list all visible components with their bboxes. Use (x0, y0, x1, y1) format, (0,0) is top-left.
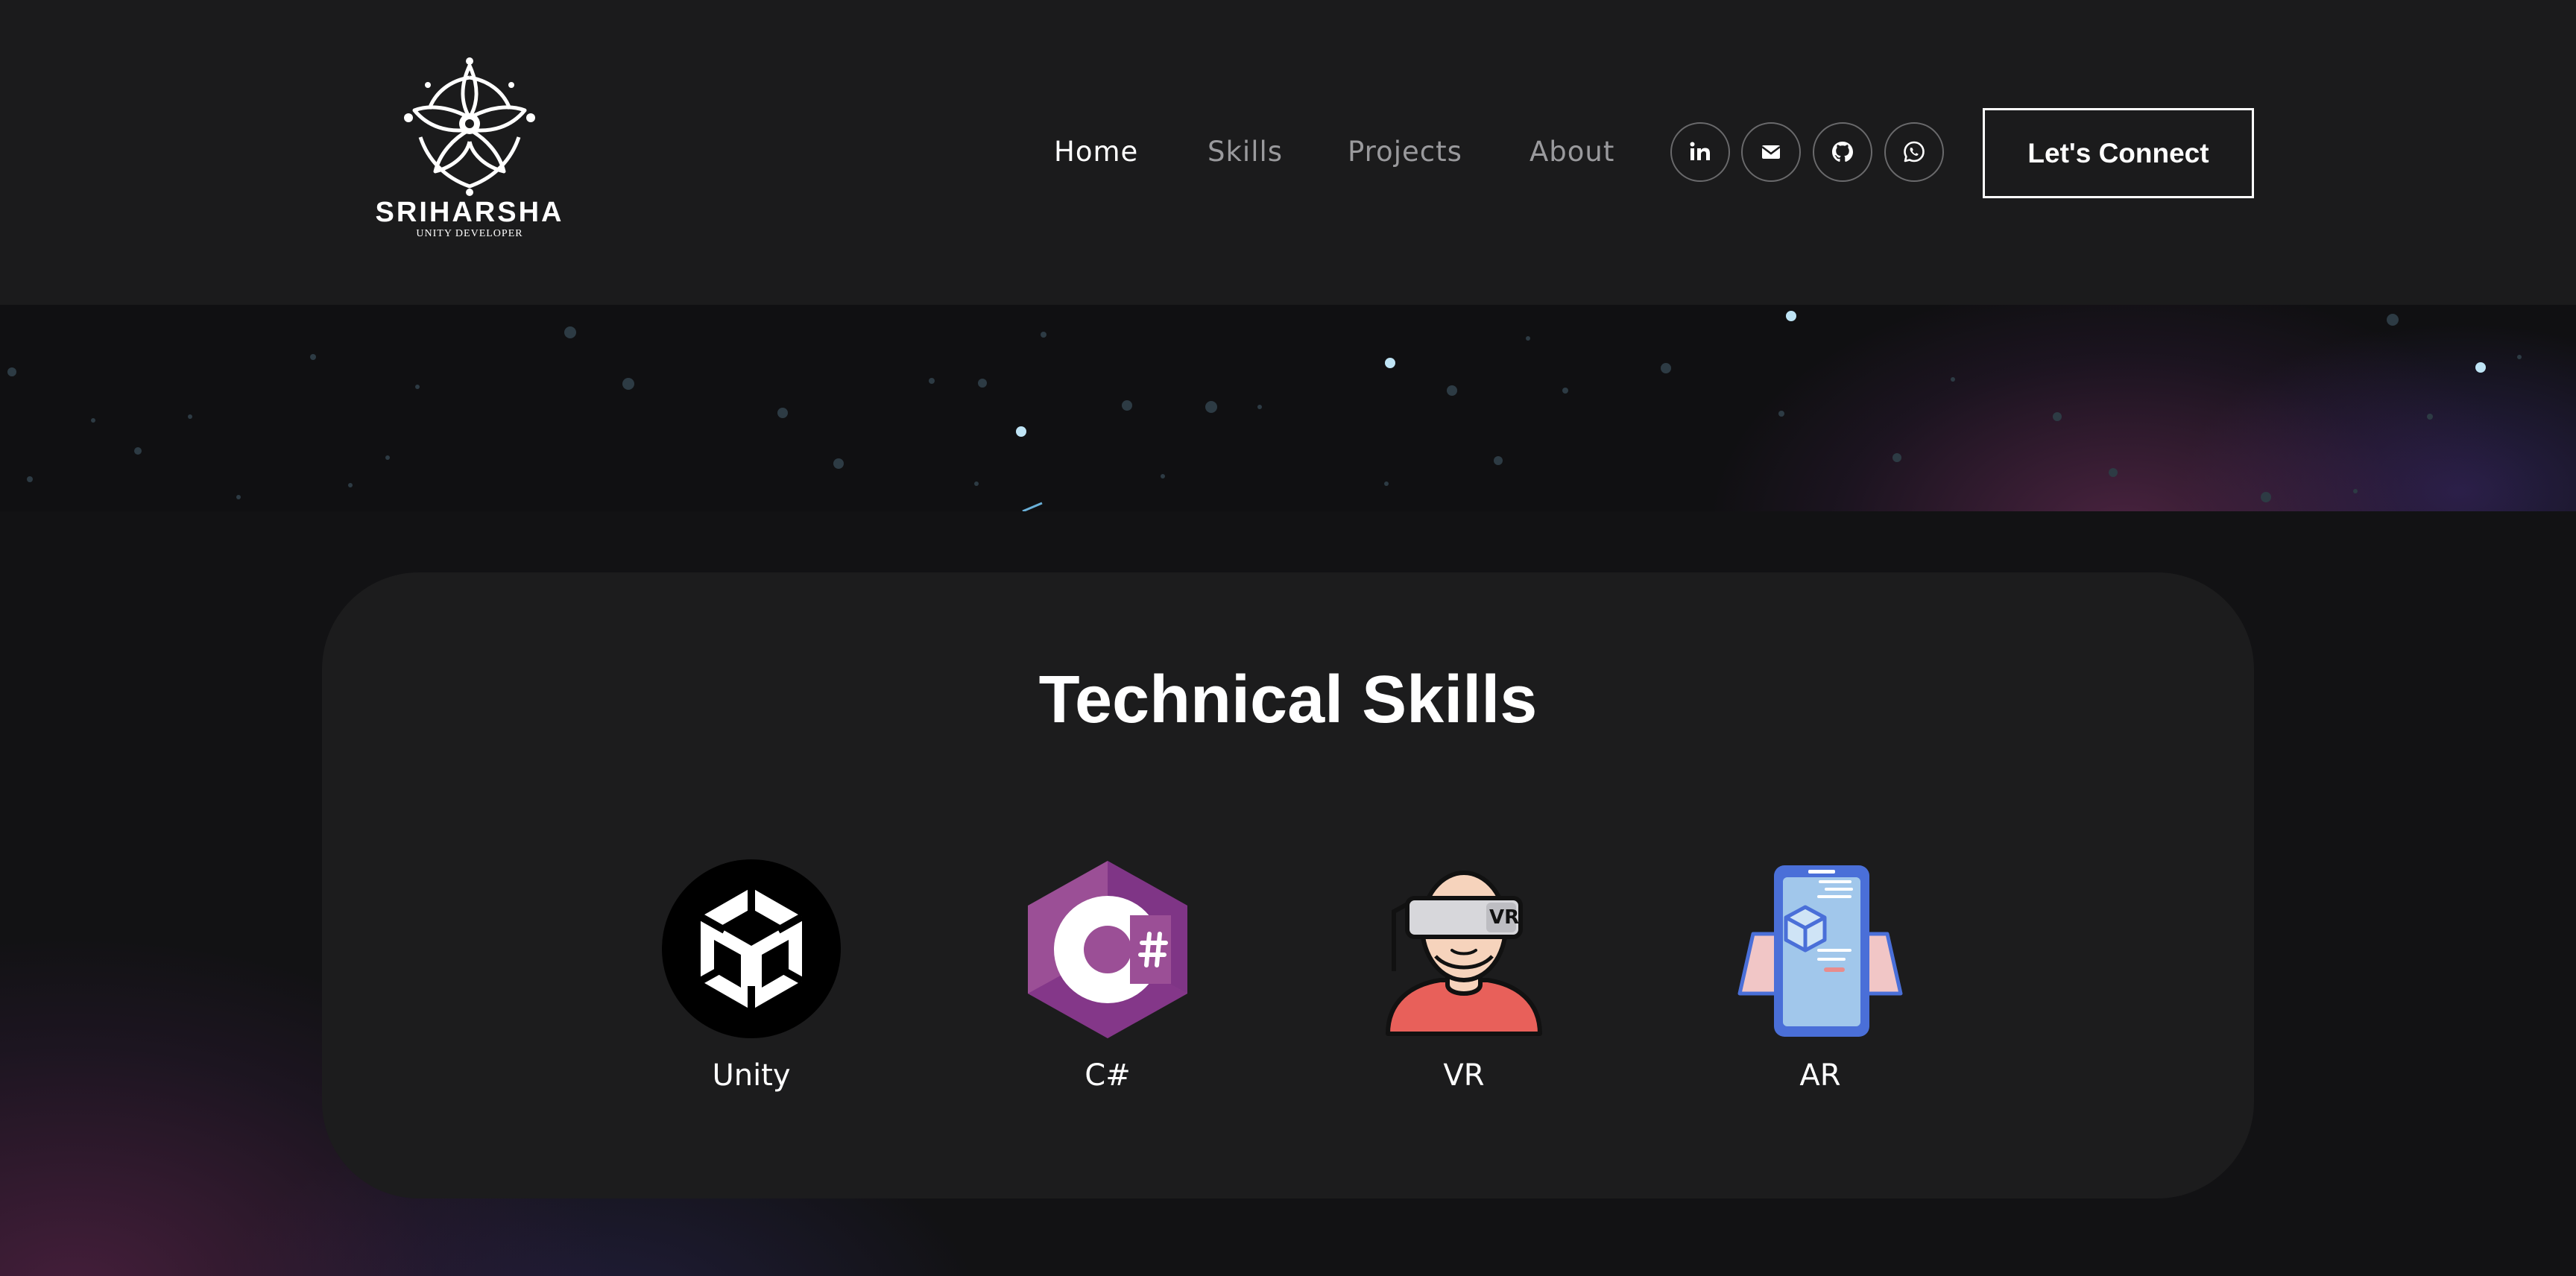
hero-starfield (0, 305, 2576, 511)
skill-label-vr: VR (1443, 1058, 1485, 1093)
nav-link-projects[interactable]: Projects (1348, 136, 1462, 168)
ar-phone-icon (1737, 865, 1903, 1037)
lets-connect-button[interactable]: Let's Connect (1983, 108, 2254, 198)
navbar: SRIHARSHA UNITY DEVELOPER Home Skills Pr… (0, 0, 2576, 305)
skill-label-csharp: C# (1085, 1058, 1131, 1093)
brand-tagline: UNITY DEVELOPER (416, 228, 523, 239)
skill-label-unity: Unity (712, 1058, 791, 1093)
github-button[interactable] (1813, 122, 1872, 182)
skill-item-csharp: C# (1011, 859, 1205, 1113)
skill-item-vr: VR VR (1367, 859, 1561, 1113)
starfield-graphic (7, 311, 2522, 511)
skill-label-ar: AR (1799, 1058, 1841, 1093)
linkedin-icon (1690, 142, 1710, 160)
nav-link-about[interactable]: About (1530, 136, 1614, 168)
vr-headset-icon: VR (1386, 871, 1542, 1036)
whatsapp-icon (1904, 141, 1925, 162)
github-icon (1832, 142, 1853, 162)
technical-skills-card: Technical Skills Unity C# VR VR AR (322, 572, 2254, 1198)
email-button[interactable] (1741, 122, 1801, 182)
skills-title: Technical Skills (1038, 663, 1538, 737)
whatsapp-button[interactable] (1884, 122, 1944, 182)
email-icon (1761, 145, 1781, 159)
brand-name: SRIHARSHA (375, 197, 564, 228)
nav-link-home[interactable]: Home (1054, 136, 1138, 168)
skill-item-unity: Unity (654, 859, 848, 1113)
mandala-logo-icon (404, 57, 535, 196)
brand-logo[interactable]: SRIHARSHA UNITY DEVELOPER (373, 55, 566, 243)
nav-link-skills[interactable]: Skills (1208, 136, 1283, 168)
unity-icon (662, 859, 841, 1038)
csharp-icon (1028, 861, 1187, 1038)
skill-item-ar: AR (1723, 859, 1917, 1113)
linkedin-button[interactable] (1670, 122, 1730, 182)
svg-text:VR: VR (1489, 906, 1519, 929)
